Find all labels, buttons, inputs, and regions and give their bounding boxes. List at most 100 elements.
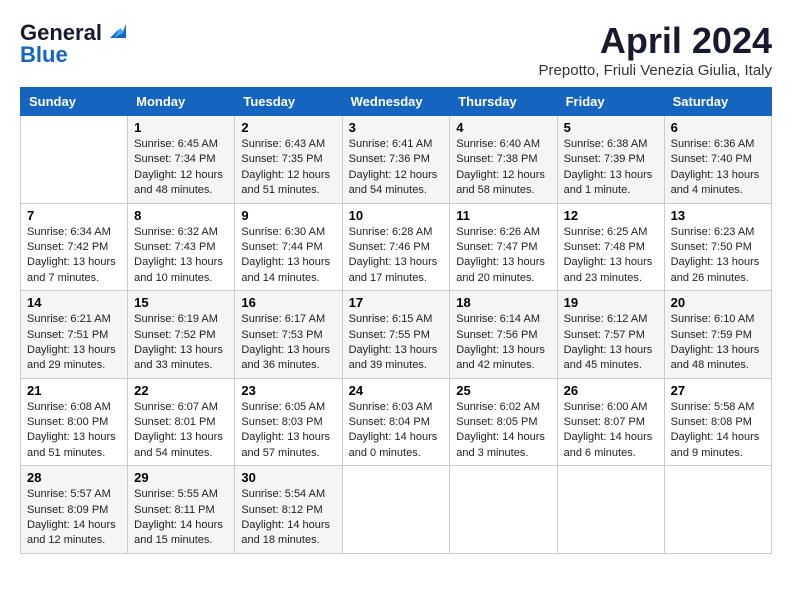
day-info: Sunrise: 6:14 AMSunset: 7:56 PMDaylight:… [456,312,550,374]
calendar-cell: 2 Sunrise: 6:43 AMSunset: 7:35 PMDaylight… [235,116,342,204]
day-info: Sunrise: 6:10 AMSunset: 7:59 PMDaylight:… [671,312,765,374]
page-header: General Blue April 2024 Prepotto, Friuli… [20,20,772,79]
day-number: 16 [241,295,335,310]
day-number: 8 [134,208,228,223]
calendar-cell: 3 Sunrise: 6:41 AMSunset: 7:36 PMDaylight… [342,116,450,204]
day-number: 27 [671,383,765,398]
day-info: Sunrise: 5:58 AMSunset: 8:08 PMDaylight:… [671,400,765,462]
calendar-cell: 20 Sunrise: 6:10 AMSunset: 7:59 PMDayligh… [664,291,771,379]
day-info: Sunrise: 6:21 AMSunset: 7:51 PMDaylight:… [27,312,121,374]
day-number: 25 [456,383,550,398]
day-number: 4 [456,120,550,135]
header-thursday: Thursday [450,88,557,116]
header-tuesday: Tuesday [235,88,342,116]
calendar-cell: 28 Sunrise: 5:57 AMSunset: 8:09 PMDayligh… [21,466,128,554]
calendar-cell: 30Sunrise: 5:54 AMSunset: 8:12 PMDayligh… [235,466,342,554]
day-number: 20 [671,295,765,310]
header-wednesday: Wednesday [342,88,450,116]
main-title: April 2024 [539,20,772,62]
calendar-header: SundayMondayTuesdayWednesdayThursdayFrid… [21,88,772,116]
calendar-cell: 23 Sunrise: 6:05 AMSunset: 8:03 PMDayligh… [235,378,342,466]
calendar-table: SundayMondayTuesdayWednesdayThursdayFrid… [20,87,772,554]
calendar-cell: 4 Sunrise: 6:40 AMSunset: 7:38 PMDaylight… [450,116,557,204]
day-number: 26 [564,383,658,398]
day-info: Sunrise: 6:19 AMSunset: 7:52 PMDaylight:… [134,312,228,374]
day-number: 3 [349,120,444,135]
day-number: 24 [349,383,444,398]
logo: General Blue [20,20,126,68]
day-number: 9 [241,208,335,223]
day-info: Sunrise: 6:41 AMSunset: 7:36 PMDaylight:… [349,137,444,199]
day-number: 7 [27,208,121,223]
day-number: 30 [241,470,335,485]
calendar-cell: 27 Sunrise: 5:58 AMSunset: 8:08 PMDayligh… [664,378,771,466]
subtitle: Prepotto, Friuli Venezia Giulia, Italy [539,62,772,79]
calendar-cell: 11 Sunrise: 6:26 AMSunset: 7:47 PMDayligh… [450,203,557,291]
day-info: Sunrise: 6:43 AMSunset: 7:35 PMDaylight:… [241,137,335,199]
title-section: April 2024 Prepotto, Friuli Venezia Giul… [539,20,772,79]
day-number: 28 [27,470,121,485]
day-number: 14 [27,295,121,310]
calendar-cell: 1Sunrise: 6:45 AMSunset: 7:34 PMDaylight… [128,116,235,204]
calendar-cell: 22 Sunrise: 6:07 AMSunset: 8:01 PMDayligh… [128,378,235,466]
day-number: 18 [456,295,550,310]
day-number: 23 [241,383,335,398]
day-info: Sunrise: 6:17 AMSunset: 7:53 PMDaylight:… [241,312,335,374]
day-info: Sunrise: 6:08 AMSunset: 8:00 PMDaylight:… [27,400,121,462]
calendar-cell: 21 Sunrise: 6:08 AMSunset: 8:00 PMDayligh… [21,378,128,466]
header-friday: Friday [557,88,664,116]
calendar-cell: 26 Sunrise: 6:00 AMSunset: 8:07 PMDayligh… [557,378,664,466]
calendar-cell: 15 Sunrise: 6:19 AMSunset: 7:52 PMDayligh… [128,291,235,379]
calendar-cell: 25 Sunrise: 6:02 AMSunset: 8:05 PMDayligh… [450,378,557,466]
day-number: 12 [564,208,658,223]
calendar-cell: 10 Sunrise: 6:28 AMSunset: 7:46 PMDayligh… [342,203,450,291]
day-info: Sunrise: 6:02 AMSunset: 8:05 PMDaylight:… [456,400,550,462]
calendar-cell: 6 Sunrise: 6:36 AMSunset: 7:40 PMDaylight… [664,116,771,204]
day-number: 19 [564,295,658,310]
header-monday: Monday [128,88,235,116]
calendar-cell [450,466,557,554]
calendar-cell [21,116,128,204]
day-info: Sunrise: 6:40 AMSunset: 7:38 PMDaylight:… [456,137,550,199]
calendar-cell [557,466,664,554]
day-info: Sunrise: 5:55 AMSunset: 8:11 PMDaylight:… [134,487,228,549]
calendar-cell: 24Sunrise: 6:03 AMSunset: 8:04 PMDayligh… [342,378,450,466]
day-info: Sunrise: 6:26 AMSunset: 7:47 PMDaylight:… [456,225,550,287]
calendar-cell: 13 Sunrise: 6:23 AMSunset: 7:50 PMDayligh… [664,203,771,291]
day-info: Sunrise: 6:30 AMSunset: 7:44 PMDaylight:… [241,225,335,287]
calendar-cell: 12 Sunrise: 6:25 AMSunset: 7:48 PMDayligh… [557,203,664,291]
day-number: 2 [241,120,335,135]
day-info: Sunrise: 6:36 AMSunset: 7:40 PMDaylight:… [671,137,765,199]
day-info: Sunrise: 6:28 AMSunset: 7:46 PMDaylight:… [349,225,444,287]
day-info: Sunrise: 6:34 AMSunset: 7:42 PMDaylight:… [27,225,121,287]
calendar-cell: 19 Sunrise: 6:12 AMSunset: 7:57 PMDayligh… [557,291,664,379]
day-number: 22 [134,383,228,398]
day-info: Sunrise: 6:12 AMSunset: 7:57 PMDaylight:… [564,312,658,374]
day-info: Sunrise: 6:05 AMSunset: 8:03 PMDaylight:… [241,400,335,462]
day-info: Sunrise: 6:25 AMSunset: 7:48 PMDaylight:… [564,225,658,287]
day-info: Sunrise: 6:32 AMSunset: 7:43 PMDaylight:… [134,225,228,287]
logo-text-blue: Blue [20,42,68,68]
day-number: 10 [349,208,444,223]
day-number: 21 [27,383,121,398]
calendar-cell: 5Sunrise: 6:38 AMSunset: 7:39 PMDaylight… [557,116,664,204]
day-info: Sunrise: 6:45 AMSunset: 7:34 PMDaylight:… [134,137,228,199]
day-number: 17 [349,295,444,310]
day-number: 11 [456,208,550,223]
header-sunday: Sunday [21,88,128,116]
day-number: 6 [671,120,765,135]
day-info: Sunrise: 6:38 AMSunset: 7:39 PMDaylight:… [564,137,658,199]
day-info: Sunrise: 6:15 AMSunset: 7:55 PMDaylight:… [349,312,444,374]
day-number: 13 [671,208,765,223]
logo-icon [104,20,126,42]
day-info: Sunrise: 6:00 AMSunset: 8:07 PMDaylight:… [564,400,658,462]
calendar-cell: 18 Sunrise: 6:14 AMSunset: 7:56 PMDayligh… [450,291,557,379]
calendar-cell: 29Sunrise: 5:55 AMSunset: 8:11 PMDayligh… [128,466,235,554]
calendar-cell [342,466,450,554]
calendar-cell: 7 Sunrise: 6:34 AMSunset: 7:42 PMDaylight… [21,203,128,291]
header-saturday: Saturday [664,88,771,116]
day-number: 15 [134,295,228,310]
day-info: Sunrise: 6:23 AMSunset: 7:50 PMDaylight:… [671,225,765,287]
day-info: Sunrise: 6:07 AMSunset: 8:01 PMDaylight:… [134,400,228,462]
day-info: Sunrise: 5:57 AMSunset: 8:09 PMDaylight:… [27,487,121,549]
